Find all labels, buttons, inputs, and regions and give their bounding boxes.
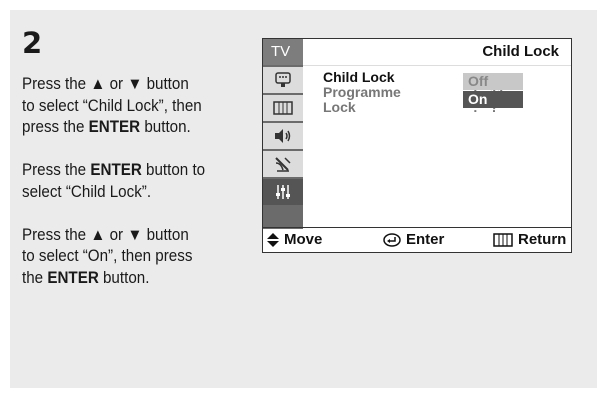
menu-row-programme[interactable]: Programme : 11 (303, 84, 571, 100)
enter-keyword: ENTER (47, 268, 99, 287)
menu-footer: Move Enter Return (263, 227, 571, 252)
instruction-text: button (142, 225, 189, 244)
row-label: Programme (323, 84, 401, 100)
row-label: Child Lock (323, 69, 395, 85)
footer-return: Return (493, 231, 566, 248)
instruction-text: the (22, 268, 48, 287)
instruction-3: Press the ▲ or ▼ button to select “On”, … (22, 225, 243, 290)
instruction-text: button (142, 75, 189, 93)
instructions: Press the ▲ or ▼ button to select “Child… (22, 74, 243, 311)
option-on[interactable]: On (463, 91, 523, 108)
instruction-text: press the (22, 118, 89, 136)
up-arrow-icon: ▲ (90, 75, 106, 93)
instruction-text: button. (98, 268, 150, 287)
row-label: Lock (323, 99, 356, 115)
enter-keyword: ENTER (90, 161, 142, 179)
step-number: 2 (22, 26, 43, 60)
instruction-text: to select “Child Lock”, then (22, 96, 202, 115)
instruction-text: select “Child Lock”. (22, 182, 152, 201)
instruction-text: Press the (22, 75, 91, 93)
instruction-text: button to (141, 161, 206, 179)
return-icon (493, 232, 513, 247)
menu-title: Child Lock (482, 43, 559, 60)
antenna-icon[interactable] (263, 151, 303, 177)
enter-keyword: ENTER (88, 118, 141, 136)
instruction-text: Press the (22, 161, 91, 179)
instruction-text: Press the (22, 225, 91, 244)
up-arrow-icon: ▲ (90, 225, 106, 244)
instruction-text: or (105, 225, 128, 244)
menu-title-bar: Child Lock (303, 39, 571, 66)
instruction-text: button. (140, 118, 191, 136)
instruction-text: to select “On”, then press (22, 247, 193, 265)
footer-return-label: Return (518, 231, 567, 248)
down-arrow-icon: ▼ (127, 225, 143, 244)
footer-move: Move (267, 231, 322, 248)
move-icon (267, 232, 279, 247)
footer-enter-label: Enter (406, 231, 445, 248)
enter-icon (383, 232, 401, 247)
tv-menu-screen: TV Child Lock Child Lock : Programme : 1… (262, 38, 572, 253)
footer-enter: Enter (383, 231, 444, 248)
instruction-1: Press the ▲ or ▼ button to select “Child… (22, 74, 243, 139)
menu-row-lock[interactable]: Lock : ? (303, 99, 571, 115)
speaker-icon[interactable] (263, 123, 303, 149)
menu-rows: Child Lock : Programme : 11 Lock : ? (303, 69, 571, 115)
instruction-2: Press the ENTER button to select “Child … (22, 160, 243, 203)
down-arrow-icon: ▼ (127, 75, 143, 93)
instruction-text: or (105, 75, 128, 93)
picture-icon[interactable] (263, 67, 303, 93)
menu-row-child-lock[interactable]: Child Lock : (303, 69, 571, 85)
option-off[interactable]: Off (463, 73, 523, 90)
menu-icon[interactable] (263, 95, 303, 121)
setup-icon[interactable] (263, 179, 303, 205)
menu-sidebar: TV (263, 39, 303, 229)
footer-move-label: Move (284, 231, 323, 248)
sidebar-tv-label: TV (263, 39, 303, 65)
